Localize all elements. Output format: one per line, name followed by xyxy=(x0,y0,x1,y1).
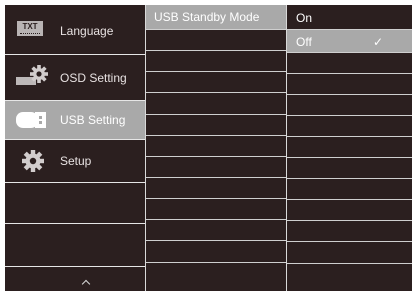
usb-plug-icon xyxy=(15,111,47,129)
option-empty xyxy=(287,179,412,199)
menu-item-empty xyxy=(5,224,145,266)
checkmark-icon: ✓ xyxy=(373,35,384,49)
submenu-item-empty xyxy=(146,241,286,262)
option-off[interactable]: Off ✓ xyxy=(287,30,412,52)
option-label: Off xyxy=(296,35,312,49)
gear-icon xyxy=(21,149,45,173)
option-empty xyxy=(287,137,412,157)
sub-menu: USB Standby Mode xyxy=(146,5,286,291)
submenu-item-empty xyxy=(146,136,286,156)
submenu-item-empty xyxy=(146,115,286,135)
scroll-up-arrow[interactable] xyxy=(5,267,145,291)
submenu-item-empty xyxy=(146,30,286,50)
option-empty xyxy=(287,221,412,241)
option-on[interactable]: On xyxy=(287,5,412,29)
menu-item-language[interactable]: TXT Language xyxy=(5,5,145,54)
osd-gear-icon xyxy=(14,65,50,87)
menu-item-label: USB Setting xyxy=(60,113,126,127)
submenu-item-empty xyxy=(146,199,286,219)
submenu-item-empty xyxy=(146,51,286,71)
menu-item-label: OSD Setting xyxy=(60,71,127,85)
chevron-up-icon xyxy=(81,279,91,289)
submenu-item-label: USB Standby Mode xyxy=(154,10,260,24)
option-empty xyxy=(287,158,412,178)
main-menu: TXT Language OSD Setting USB Setting Set… xyxy=(5,5,145,291)
submenu-item-empty xyxy=(146,93,286,114)
menu-item-osd-setting[interactable]: OSD Setting xyxy=(5,55,145,100)
submenu-item-empty xyxy=(146,220,286,240)
osd-menu: TXT Language OSD Setting USB Setting Set… xyxy=(5,5,412,291)
submenu-item-empty xyxy=(146,178,286,198)
option-empty xyxy=(287,200,412,220)
submenu-item-empty xyxy=(146,263,286,291)
submenu-item-usb-standby-mode[interactable]: USB Standby Mode xyxy=(146,5,286,29)
menu-item-label: Language xyxy=(60,24,114,38)
menu-item-label: Setup xyxy=(60,154,92,168)
menu-item-setup[interactable]: Setup xyxy=(5,140,145,182)
option-empty xyxy=(287,264,412,291)
option-empty xyxy=(287,74,412,94)
option-empty xyxy=(287,95,412,115)
submenu-item-empty xyxy=(146,72,286,92)
option-label: On xyxy=(296,11,313,25)
options-menu: On Off ✓ xyxy=(287,5,412,291)
option-empty xyxy=(287,242,412,263)
option-empty xyxy=(287,116,412,136)
menu-item-empty xyxy=(5,183,145,223)
option-empty xyxy=(287,53,412,73)
submenu-item-empty xyxy=(146,157,286,177)
txt-icon: TXT xyxy=(17,21,43,36)
menu-item-usb-setting[interactable]: USB Setting xyxy=(5,101,145,139)
